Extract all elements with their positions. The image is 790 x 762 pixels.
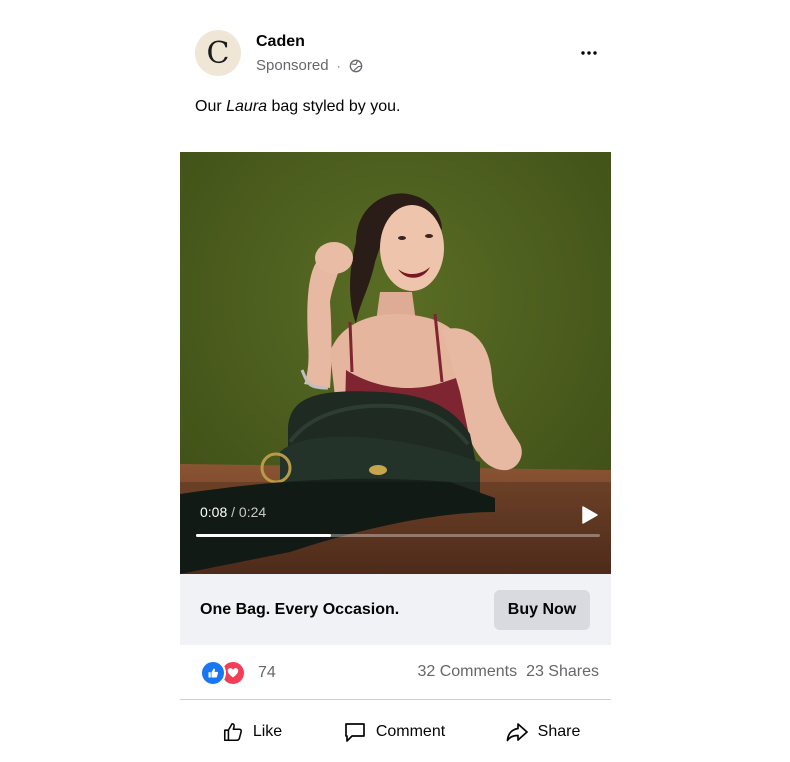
video-time: 0:08 / 0:24 — [200, 504, 266, 520]
more-options-button[interactable] — [576, 40, 602, 66]
avatar-letter: C — [206, 36, 230, 71]
comment-button[interactable]: Comment — [314, 712, 474, 752]
like-button[interactable]: Like — [180, 712, 314, 752]
caption-text-end: bag styled by you. — [267, 98, 401, 115]
share-label: Share — [537, 723, 581, 740]
reaction-count: 74 — [258, 664, 276, 681]
share-button[interactable]: Share — [474, 712, 611, 752]
post-meta: Sponsored · — [256, 57, 363, 74]
page-name[interactable]: Caden — [256, 33, 305, 51]
cta-headline: One Bag. Every Occasion. — [200, 601, 400, 618]
reaction-summary[interactable]: 74 — [200, 660, 276, 686]
post-actions: Like Comment Share — [180, 712, 611, 752]
duration: 0:24 — [238, 504, 267, 520]
sponsored-label[interactable]: Sponsored — [256, 57, 329, 74]
avatar[interactable]: C — [195, 30, 241, 76]
share-icon — [506, 723, 528, 742]
play-icon[interactable] — [578, 504, 600, 526]
time-separator: / — [227, 504, 239, 520]
more-icon — [581, 51, 597, 55]
caption-text-start: Our — [195, 98, 227, 115]
video-player[interactable]: 0:08 / 0:24 — [180, 152, 611, 574]
call-to-action-bar: One Bag. Every Occasion. Buy Now — [180, 574, 611, 645]
like-label: Like — [252, 723, 283, 740]
divider — [180, 699, 611, 700]
sponsored-post: C Caden Sponsored · Our Laura bag styled… — [180, 0, 611, 762]
like-reaction-icon — [200, 660, 226, 686]
comment-label: Comment — [375, 723, 446, 740]
thumbs-up-icon — [223, 722, 242, 742]
engagement-counts: 32 Comments 23 Shares — [417, 663, 599, 681]
video-progress-fill — [196, 534, 331, 537]
comment-icon — [344, 723, 365, 742]
current-time: 0:08 — [200, 504, 228, 520]
comments-count[interactable]: 32 Comments — [417, 663, 517, 681]
caption-product-name: Laura — [226, 98, 268, 115]
buy-now-button[interactable]: Buy Now — [494, 590, 590, 630]
post-caption: Our Laura bag styled by you. — [195, 98, 400, 116]
globe-icon — [349, 59, 362, 72]
meta-separator: · — [336, 58, 341, 73]
shares-count[interactable]: 23 Shares — [526, 663, 599, 681]
video-progress-bar[interactable] — [196, 534, 600, 537]
